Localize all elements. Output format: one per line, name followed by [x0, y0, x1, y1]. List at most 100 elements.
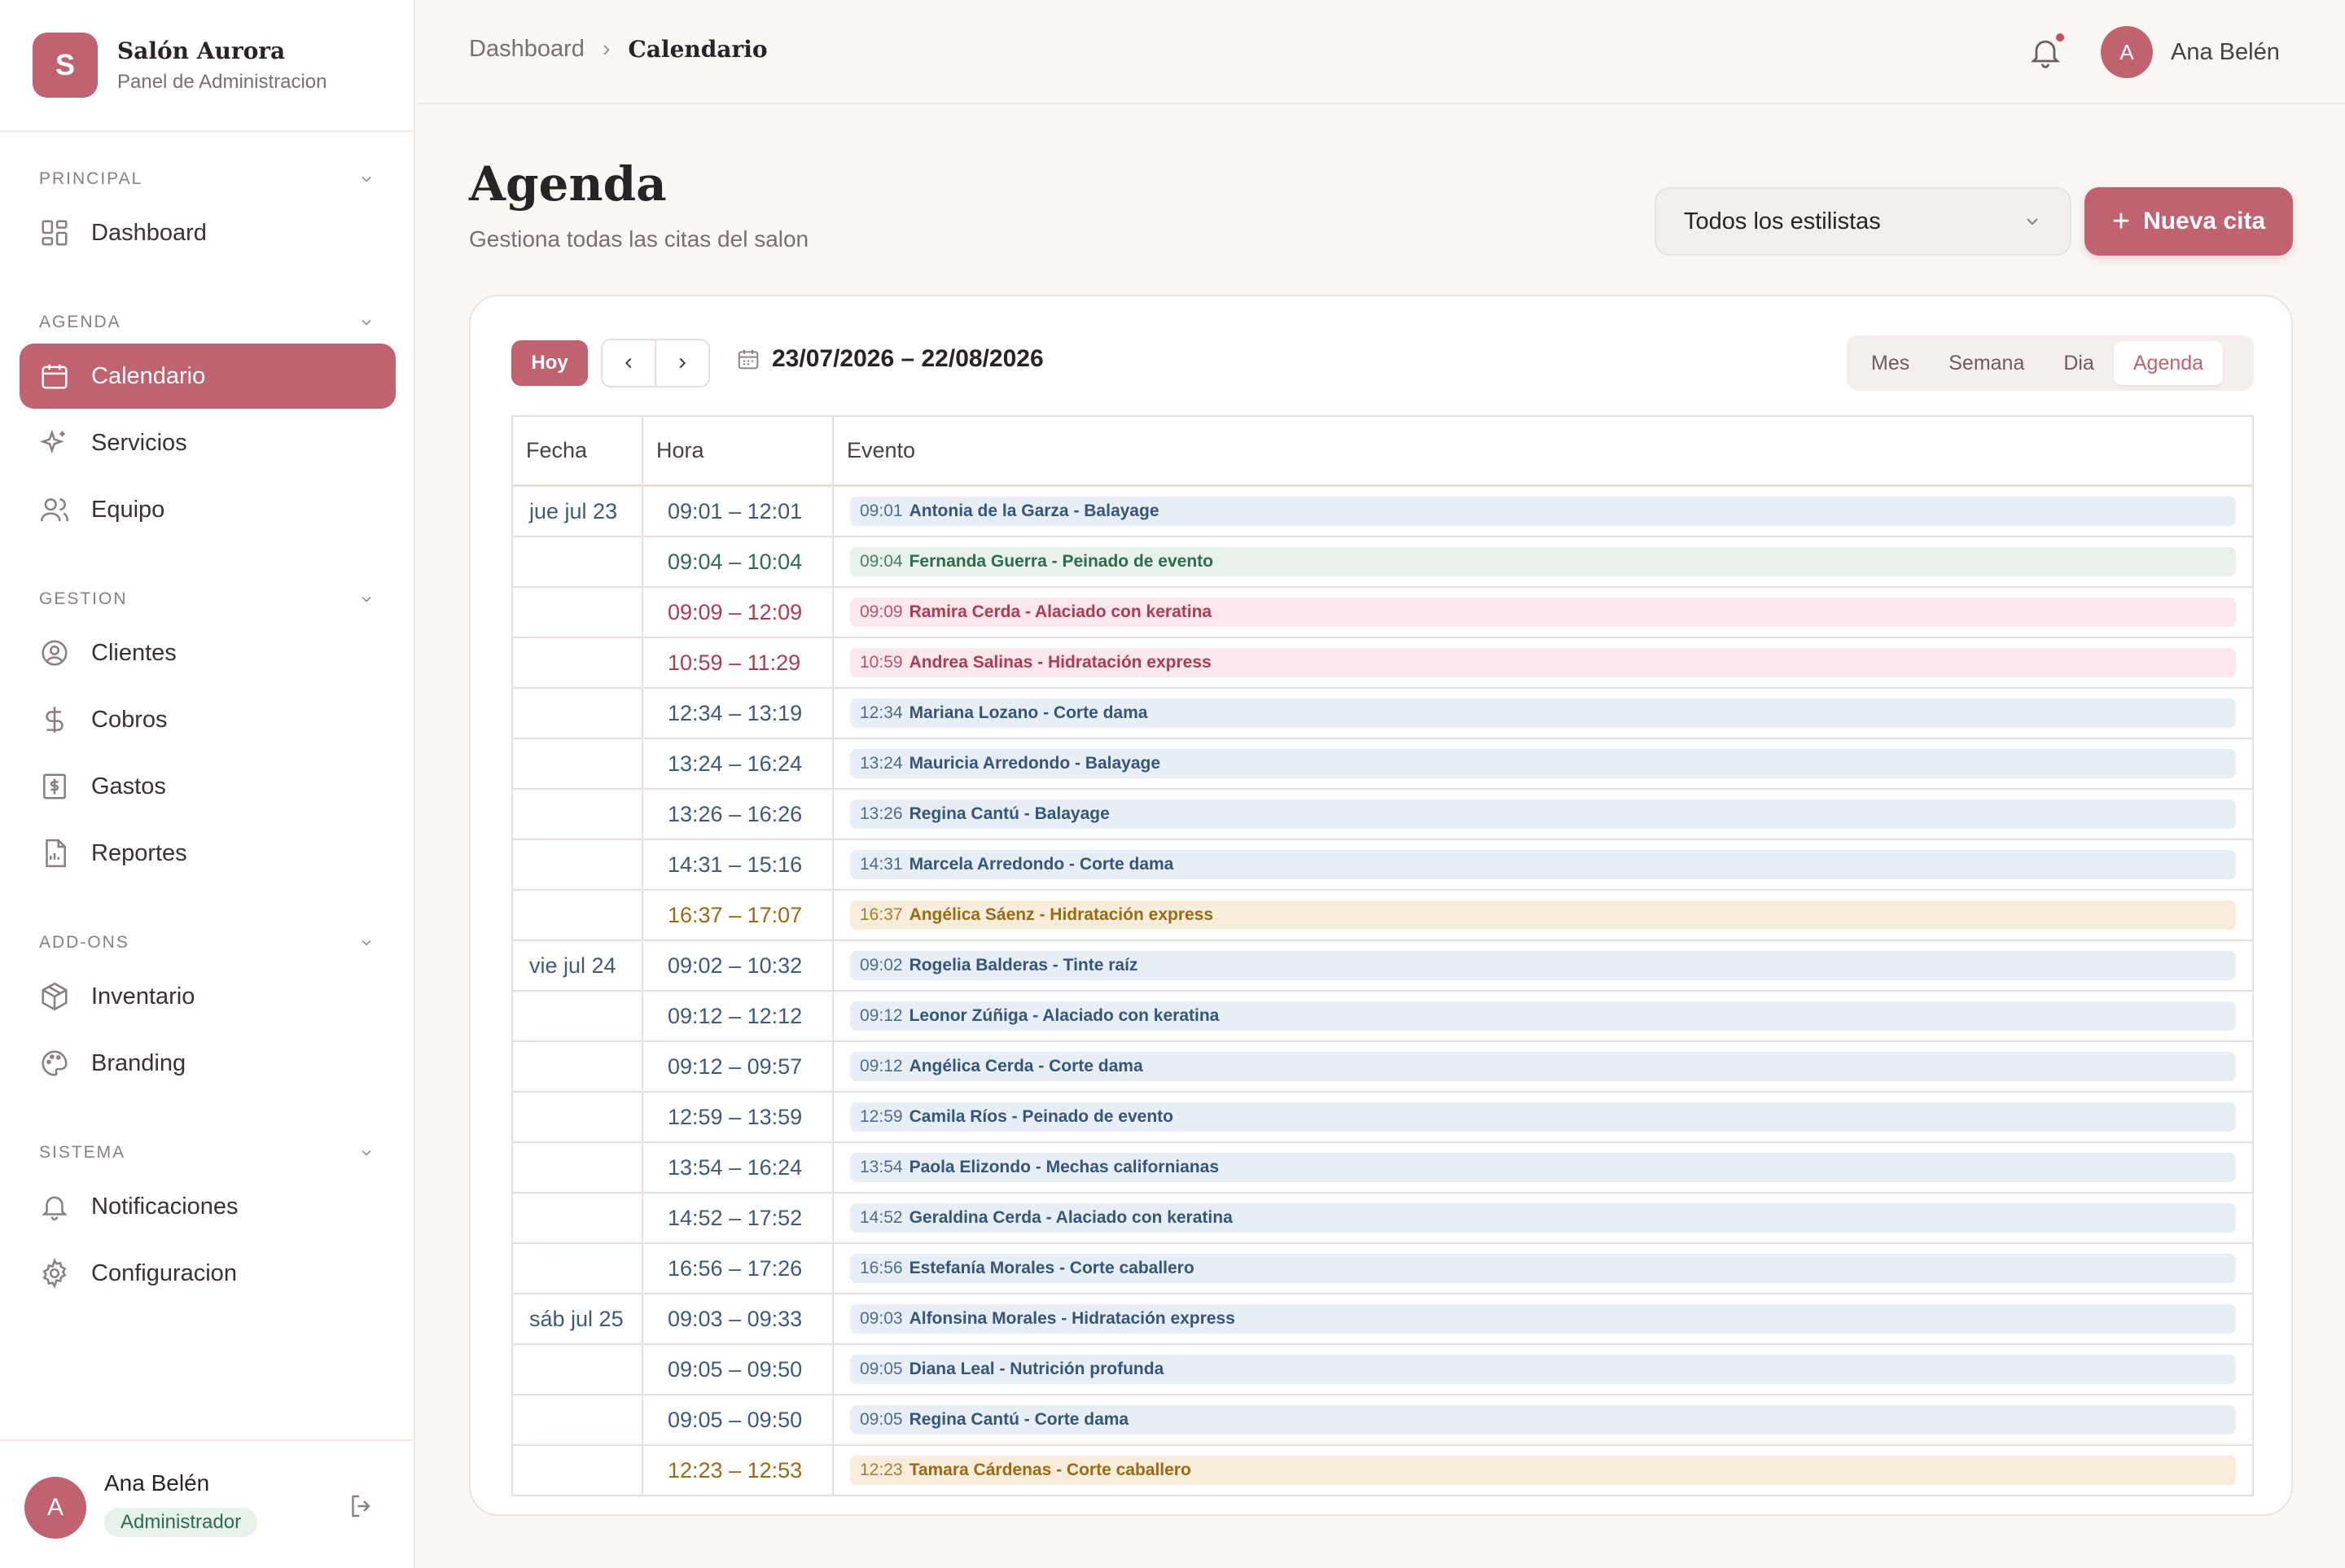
row-time: 14:52 – 17:52: [643, 1194, 834, 1242]
row-time: 09:03 – 09:33: [643, 1294, 834, 1343]
sidebar-nav: PRINCIPAL Dashboard AGENDA Calendario Se…: [0, 151, 415, 1307]
event-start: 09:01: [860, 501, 903, 520]
event-start: 16:37: [860, 905, 903, 924]
column-header-fecha: Fecha: [513, 417, 643, 484]
brand[interactable]: S Salón Aurora Panel de Administracion: [33, 33, 327, 98]
table-row: vie jul 24 09:02 – 10:32 09:02 Rogelia Bald…: [513, 941, 2252, 992]
view-dia[interactable]: Dia: [2044, 341, 2114, 385]
sidebar-item-notificaciones[interactable]: Notificaciones: [20, 1174, 396, 1239]
row-event-cell: 09:05 Regina Cantú - Corte dama: [834, 1395, 2252, 1444]
report-icon: [46, 839, 66, 868]
event-pill[interactable]: 16:37 Angélica Sáenz - Hidratación expres…: [850, 900, 2236, 930]
nav-section-agenda[interactable]: AGENDA: [0, 303, 415, 342]
next-button[interactable]: [656, 340, 708, 386]
view-mes[interactable]: Mes: [1852, 341, 1929, 385]
row-time: 10:59 – 11:29: [643, 638, 834, 687]
event-pill[interactable]: 09:12 Leonor Zúñiga - Alaciado con kerati…: [850, 1001, 2236, 1031]
event-pill[interactable]: 09:05 Regina Cantú - Corte dama: [850, 1405, 2236, 1434]
sparkles-icon: [39, 429, 65, 454]
sidebar-item-gastos[interactable]: Gastos: [20, 754, 396, 819]
users-icon: [40, 498, 69, 522]
event-title: Tamara Cárdenas - Corte caballero: [909, 1461, 1191, 1479]
sidebar-item-cobros[interactable]: Cobros: [20, 687, 396, 752]
event-pill[interactable]: 14:52 Geraldina Cerda - Alaciado con kera…: [850, 1203, 2236, 1233]
event-pill[interactable]: 13:26 Regina Cantú - Balayage: [850, 799, 2236, 829]
nav-section-addons[interactable]: ADD-ONS: [0, 923, 415, 962]
nav-section-sistema[interactable]: SISTEMA: [0, 1133, 415, 1172]
chevron-down-icon: [362, 596, 371, 602]
event-start: 12:59: [860, 1107, 903, 1126]
event-pill[interactable]: 12:59 Camila Ríos - Peinado de evento: [850, 1102, 2236, 1132]
prev-button[interactable]: [603, 340, 656, 386]
event-pill[interactable]: 09:09 Ramira Cerda - Alaciado con keratin…: [850, 598, 2236, 627]
gear-icon: [42, 1258, 67, 1289]
row-date: [513, 1345, 643, 1394]
sidebar-item-clientes[interactable]: Clientes: [20, 620, 396, 685]
event-title: Andrea Salinas - Hidratación express: [909, 653, 1212, 672]
table-row: 12:23 – 12:53 12:23 Tamara Cárdenas - Cort…: [513, 1446, 2252, 1496]
user-name[interactable]: Ana Belén: [2171, 39, 2280, 66]
event-pill[interactable]: 09:12 Angélica Cerda - Corte dama: [850, 1052, 2236, 1081]
event-pill[interactable]: 16:56 Estefanía Morales - Corte caballero: [850, 1254, 2236, 1283]
breadcrumb-dashboard[interactable]: Dashboard: [469, 36, 585, 63]
nav-section-title: GESTION: [39, 589, 128, 608]
event-title: Antonia de la Garza - Balayage: [909, 501, 1159, 520]
sidebar-item-label: Inventario: [91, 983, 195, 1010]
receipt-icon: [43, 773, 66, 799]
column-header-evento: Evento: [847, 438, 916, 462]
nav-section-gestion[interactable]: GESTION: [0, 580, 415, 619]
row-date: [513, 689, 643, 738]
table-row: 09:05 – 09:50 09:05 Regina Cantú - Corte d…: [513, 1395, 2252, 1446]
event-pill[interactable]: 09:05 Diana Leal - Nutrición profunda: [850, 1355, 2236, 1384]
event-pill[interactable]: 12:34 Mariana Lozano - Corte dama: [850, 699, 2236, 728]
sidebar-item-dashboard[interactable]: Dashboard: [20, 200, 396, 265]
stylist-filter-select[interactable]: Todos los estilistas: [1655, 187, 2071, 256]
nav-section-principal[interactable]: PRINCIPAL: [0, 160, 415, 199]
event-pill[interactable]: 09:02 Rogelia Balderas - Tinte raíz: [850, 951, 2236, 980]
bell-icon: [42, 1196, 68, 1221]
event-pill[interactable]: 09:01 Antonia de la Garza - Balayage: [850, 497, 2236, 526]
row-date: [513, 840, 643, 889]
row-event-cell: 16:37 Angélica Sáenz - Hidratación expres…: [834, 891, 2252, 939]
row-time: 09:01 – 12:01: [643, 487, 834, 536]
event-pill[interactable]: 09:03 Alfonsina Morales - Hidratación exp…: [850, 1304, 2236, 1334]
row-time: 09:02 – 10:32: [643, 941, 834, 990]
event-pill[interactable]: 13:54 Paola Elizondo - Mechas californian…: [850, 1153, 2236, 1182]
sidebar-user-panel: A Ana Belén Administrador: [0, 1439, 415, 1568]
box-icon: [42, 982, 68, 1011]
event-pill[interactable]: 14:31 Marcela Arredondo - Corte dama: [850, 850, 2236, 879]
avatar[interactable]: A: [2101, 26, 2153, 78]
event-title: Ramira Cerda - Alaciado con keratina: [909, 602, 1212, 621]
table-body: jue jul 23 09:01 – 12:01 09:01 Antonia de l…: [513, 487, 2252, 1496]
view-semana[interactable]: Semana: [1929, 341, 2044, 385]
event-pill[interactable]: 12:23 Tamara Cárdenas - Corte caballero: [850, 1456, 2236, 1485]
today-button[interactable]: Hoy: [511, 340, 588, 386]
table-row: 09:12 – 12:12 09:12 Leonor Zúñiga - Alacia…: [513, 992, 2252, 1042]
event-pill[interactable]: 10:59 Andrea Salinas - Hidratación expres…: [850, 648, 2236, 677]
sidebar-item-equipo[interactable]: Equipo: [20, 477, 396, 542]
event-start: 09:03: [860, 1309, 903, 1328]
avatar[interactable]: A: [24, 1477, 86, 1539]
sidebar-item-configuracion[interactable]: Configuracion: [20, 1241, 396, 1306]
plus-icon: +: [2111, 204, 2131, 239]
sidebar-item-calendario[interactable]: Calendario: [20, 344, 396, 409]
table-row: 10:59 – 11:29 10:59 Andrea Salinas - Hidra…: [513, 638, 2252, 689]
event-title: Paola Elizondo - Mechas californianas: [909, 1158, 1219, 1176]
table-row: 13:26 – 16:26 13:26 Regina Cantú - Balayag…: [513, 790, 2252, 840]
view-agenda[interactable]: Agenda: [2113, 341, 2224, 385]
sidebar-item-inventario[interactable]: Inventario: [20, 964, 396, 1029]
sidebar-item-label: Cobros: [91, 706, 168, 733]
sidebar-item-servicios[interactable]: Servicios: [20, 410, 396, 475]
sidebar-item-branding[interactable]: Branding: [20, 1031, 396, 1096]
event-title: Rogelia Balderas - Tinte raíz: [909, 956, 1138, 975]
sidebar-item-reportes[interactable]: Reportes: [20, 821, 396, 886]
row-time: 16:37 – 17:07: [643, 891, 834, 939]
logout-icon[interactable]: [347, 1491, 376, 1521]
sidebar-item-label: Dashboard: [91, 219, 207, 246]
event-pill[interactable]: 13:24 Mauricia Arredondo - Balayage: [850, 749, 2236, 778]
sidebar-item-label: Calendario: [91, 362, 206, 389]
event-pill[interactable]: 09:04 Fernanda Guerra - Peinado de evento: [850, 547, 2236, 576]
row-event-cell: 09:09 Ramira Cerda - Alaciado con keratin…: [834, 588, 2252, 637]
new-appointment-button[interactable]: + Nueva cita: [2084, 187, 2293, 256]
row-event-cell: 12:23 Tamara Cárdenas - Corte caballero: [834, 1446, 2252, 1495]
